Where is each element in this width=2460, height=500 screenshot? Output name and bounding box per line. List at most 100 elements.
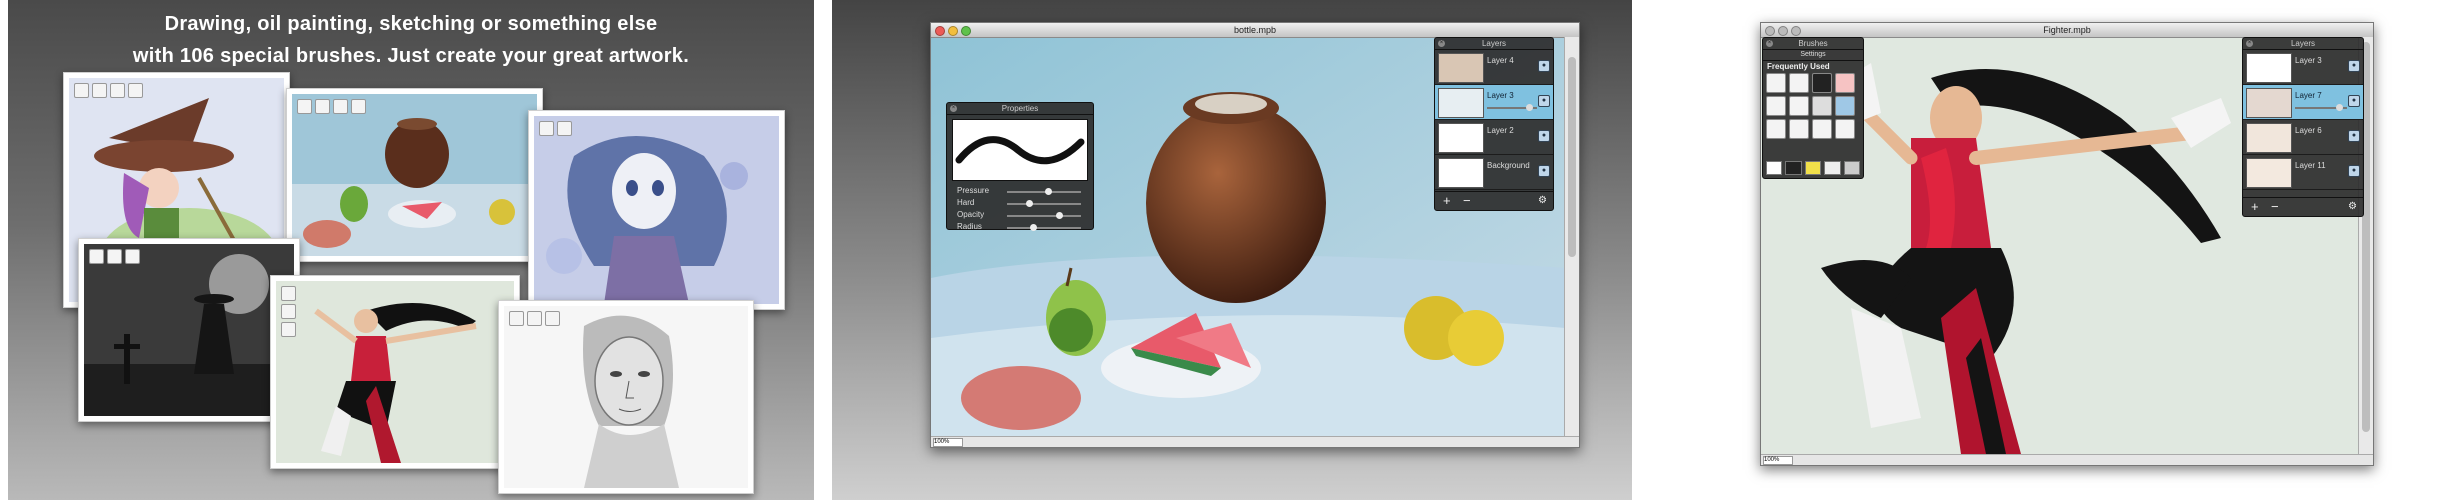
status-bar: 100% xyxy=(931,436,1579,447)
night-painting xyxy=(84,244,294,416)
property-opacity[interactable]: Opacity xyxy=(947,209,1093,221)
mini-toolbar xyxy=(281,286,296,337)
layers-panel: × Layers Layer 3 ● Layer 7 ● Layer 6 ● L… xyxy=(2242,37,2364,217)
window-controls xyxy=(935,26,971,36)
eye-icon[interactable]: ● xyxy=(1538,165,1550,177)
color-swatch[interactable] xyxy=(1843,161,1861,175)
color-swatch[interactable] xyxy=(1824,161,1841,175)
layer-thumbnail xyxy=(1438,88,1484,118)
artwork-card-still-life xyxy=(286,88,543,262)
layer-row-selected[interactable]: Layer 7 ● xyxy=(2243,85,2363,120)
close-window-button[interactable] xyxy=(935,26,945,36)
property-pressure[interactable]: Pressure xyxy=(947,185,1093,197)
close-window-button[interactable] xyxy=(1765,26,1775,36)
artwork-card-portrait-blue xyxy=(528,110,785,310)
close-icon[interactable]: × xyxy=(1766,40,1773,47)
brush-icon[interactable] xyxy=(1812,96,1832,116)
properties-title-bar[interactable]: × Properties xyxy=(947,103,1093,115)
brush-icon[interactable] xyxy=(1766,96,1786,116)
eye-icon[interactable]: ● xyxy=(2348,130,2360,142)
layer-row[interactable]: Layer 4 ● xyxy=(1435,50,1553,85)
window-titlebar[interactable]: bottle.mpb xyxy=(931,23,1579,38)
window-title: Fighter.mpb xyxy=(2043,25,2091,35)
layers-title: Layers xyxy=(1481,39,1506,48)
color-swatch[interactable] xyxy=(1785,161,1802,175)
vertical-scrollbar[interactable] xyxy=(1564,37,1579,437)
brush-icon[interactable] xyxy=(1789,73,1809,93)
window-title: bottle.mpb xyxy=(1233,25,1277,35)
promo-headline: Drawing, oil painting, sketching or some… xyxy=(8,8,814,72)
brush-icon[interactable] xyxy=(1812,119,1832,139)
gear-icon[interactable]: ⚙ xyxy=(1538,195,1547,206)
layer-row[interactable]: Background ● xyxy=(1435,155,1553,190)
eye-icon[interactable]: ● xyxy=(1538,95,1550,107)
pressure-slider-knob[interactable] xyxy=(1044,188,1052,195)
brush-icon[interactable] xyxy=(1835,119,1855,139)
layer-row-selected[interactable]: Layer 3 ● xyxy=(1435,85,1553,120)
mini-toolbar xyxy=(89,249,140,264)
brushes-title-bar[interactable]: × Brushes xyxy=(1763,38,1863,50)
brush-preview xyxy=(952,119,1088,181)
gear-icon[interactable]: ⚙ xyxy=(2348,201,2357,212)
brush-icon[interactable] xyxy=(1812,73,1832,93)
layer-row[interactable]: Layer 11 ● xyxy=(2243,155,2363,190)
headline-line-1: Drawing, oil painting, sketching or some… xyxy=(164,13,658,35)
brush-icon[interactable] xyxy=(1835,73,1855,93)
minimize-window-button[interactable] xyxy=(948,26,958,36)
artwork-card-sketch xyxy=(498,300,754,494)
brush-icon[interactable] xyxy=(1835,96,1855,116)
layers-title-bar[interactable]: × Layers xyxy=(1435,38,1553,50)
color-swatch[interactable] xyxy=(1766,161,1783,175)
sketch-portrait xyxy=(504,306,748,488)
artwork-card-fighter xyxy=(270,275,520,469)
layers-footer: + − ⚙ xyxy=(1435,191,1553,210)
brush-icon[interactable] xyxy=(1766,119,1786,139)
brush-icon[interactable] xyxy=(1789,96,1809,116)
opacity-slider-knob[interactable] xyxy=(1055,212,1063,219)
promo-panel: Drawing, oil painting, sketching or some… xyxy=(8,0,814,500)
settings-tab[interactable]: Settings xyxy=(1763,50,1863,61)
add-layer-button[interactable]: + xyxy=(2251,199,2259,214)
property-hard[interactable]: Hard xyxy=(947,197,1093,209)
eye-icon[interactable]: ● xyxy=(1538,60,1550,72)
close-icon[interactable]: × xyxy=(2246,40,2253,47)
zoom-field[interactable]: 100% xyxy=(1763,456,1793,465)
layer-thumbnail xyxy=(2246,158,2292,188)
layer-row[interactable]: Layer 2 ● xyxy=(1435,120,1553,155)
close-icon[interactable]: × xyxy=(1438,40,1445,47)
eye-icon[interactable]: ● xyxy=(2348,95,2360,107)
remove-layer-button[interactable]: − xyxy=(2271,199,2279,214)
brush-icon[interactable] xyxy=(1789,119,1809,139)
radius-slider-knob[interactable] xyxy=(1029,224,1037,231)
brush-icon[interactable] xyxy=(1766,73,1786,93)
zoom-field[interactable]: 100% xyxy=(933,438,963,447)
layers-title-bar[interactable]: × Layers xyxy=(2243,38,2363,50)
zoom-window-button[interactable] xyxy=(961,26,971,36)
still-life-painting xyxy=(292,94,537,256)
minimize-window-button[interactable] xyxy=(1778,26,1788,36)
window-controls xyxy=(1765,26,1801,36)
status-bar: 100% xyxy=(1761,454,2373,465)
layer-row[interactable]: Layer 3 ● xyxy=(2243,50,2363,85)
zoom-window-button[interactable] xyxy=(1791,26,1801,36)
frequently-used-label: Frequently Used xyxy=(1767,62,1830,71)
layer-row[interactable]: Layer 6 ● xyxy=(2243,120,2363,155)
window-titlebar[interactable]: Fighter.mpb xyxy=(1761,23,2373,38)
mini-toolbar xyxy=(509,311,560,326)
hard-slider-knob[interactable] xyxy=(1026,200,1034,207)
layer-opacity-slider[interactable] xyxy=(1487,104,1537,111)
layer-opacity-slider[interactable] xyxy=(2295,104,2347,111)
remove-layer-button[interactable]: − xyxy=(1463,193,1471,208)
color-swatch[interactable] xyxy=(1804,161,1822,175)
close-icon[interactable]: × xyxy=(950,105,957,112)
add-layer-button[interactable]: + xyxy=(1443,193,1451,208)
layers-panel: × Layers Layer 4 ● Layer 3 ● Layer 2 ● B… xyxy=(1434,37,1554,211)
screenshot-panel-fighter: Fighter.mpb 100% × Brushes Settings Freq… xyxy=(1650,0,2460,500)
eye-icon[interactable]: ● xyxy=(1538,130,1550,142)
eye-icon[interactable]: ● xyxy=(2348,165,2360,177)
property-radius[interactable]: Radius xyxy=(947,221,1093,233)
eye-icon[interactable]: ● xyxy=(2348,60,2360,72)
layer-thumbnail xyxy=(2246,88,2292,118)
headline-line-2: with 106 special brushes. Just create yo… xyxy=(132,45,690,67)
properties-panel: × Properties Pressure Hard Opacity Radiu… xyxy=(946,102,1094,233)
